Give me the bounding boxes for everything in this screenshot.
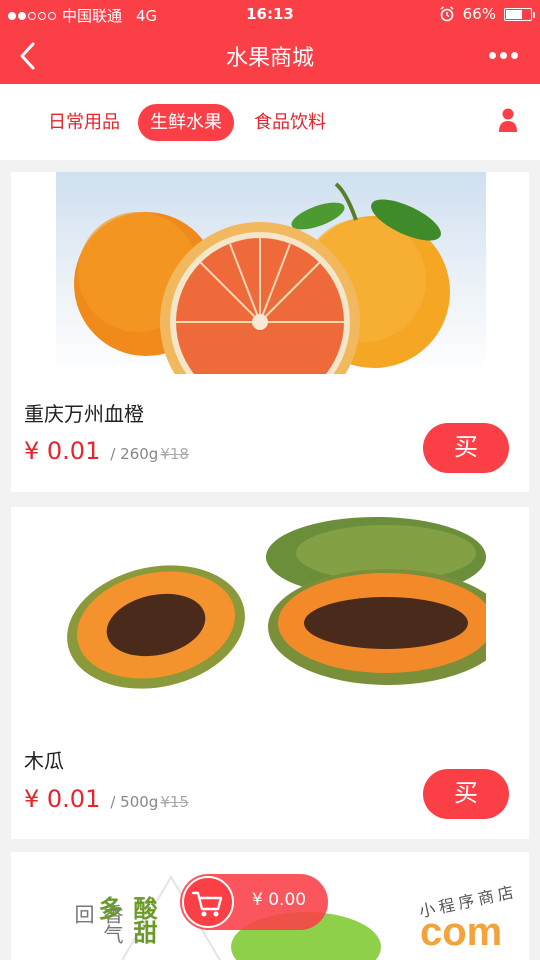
product-price: ¥ 0.01/ 500g ¥15 bbox=[24, 785, 189, 813]
buy-button[interactable]: 买 bbox=[423, 423, 509, 473]
cart-float[interactable]: ¥ 0.00 bbox=[180, 874, 328, 930]
product-card[interactable]: 木瓜 ¥ 0.01/ 500g ¥15 买 bbox=[11, 507, 529, 839]
product-card[interactable]: 重庆万州血橙 ¥ 0.01/ 260g ¥18 买 bbox=[11, 172, 529, 492]
promo-text-green: 酸甜多 bbox=[94, 896, 157, 944]
product-price: ¥ 0.01/ 260g ¥18 bbox=[24, 437, 189, 465]
tab-daily-goods[interactable]: 日常用品 bbox=[36, 104, 132, 141]
battery-icon bbox=[504, 7, 535, 21]
cart-icon bbox=[191, 891, 223, 917]
product-name: 木瓜 bbox=[24, 749, 64, 773]
cart-button[interactable] bbox=[182, 876, 234, 928]
status-bar: 中国联通 4G 16:13 66% bbox=[0, 0, 540, 28]
category-tabs: 日常用品 生鲜水果 食品饮料 bbox=[0, 84, 540, 160]
more-dots-icon[interactable] bbox=[489, 52, 518, 59]
battery-percent: 66% bbox=[462, 5, 496, 23]
product-image-papaya bbox=[56, 507, 486, 709]
cart-total: ¥ 0.00 bbox=[252, 890, 307, 910]
product-image-blood-orange bbox=[56, 172, 486, 374]
watermark-com: com bbox=[420, 910, 503, 954]
tab-food-drinks[interactable]: 食品饮料 bbox=[242, 104, 338, 141]
tab-fresh-fruit[interactable]: 生鲜水果 bbox=[138, 104, 234, 141]
product-name: 重庆万州血橙 bbox=[24, 402, 144, 426]
alarm-icon bbox=[440, 6, 454, 22]
page-title: 水果商城 bbox=[225, 46, 314, 71]
user-icon[interactable] bbox=[498, 107, 518, 133]
buy-button[interactable]: 买 bbox=[423, 769, 509, 819]
nav-bar: 水果商城 bbox=[0, 28, 540, 84]
